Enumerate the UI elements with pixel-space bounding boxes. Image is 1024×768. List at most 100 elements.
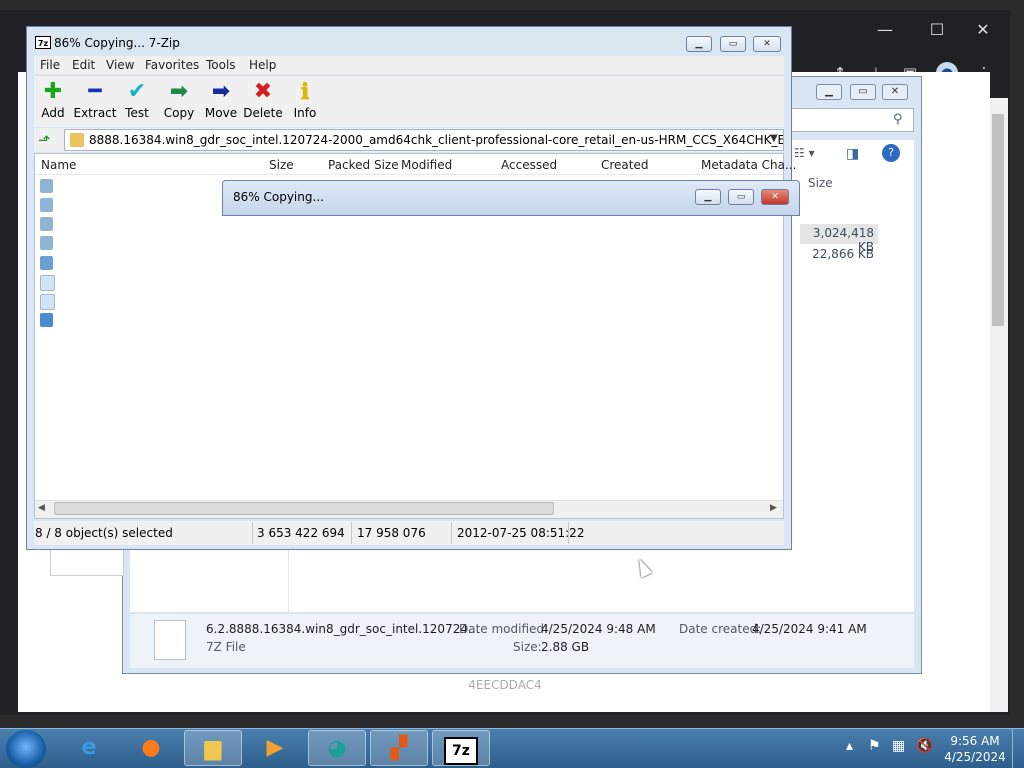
scroll-right-icon[interactable]: ▶ — [770, 503, 777, 513]
status-size: 3 653 422 694 — [257, 526, 345, 540]
search-icon: ⚲ — [893, 112, 903, 127]
column-name[interactable]: Name — [41, 158, 76, 172]
volume-muted-icon[interactable]: 🔇 — [916, 738, 933, 754]
delete-label: Delete — [243, 106, 283, 120]
date-created-value: 4/25/2024 9:41 AM — [752, 622, 867, 636]
add-button[interactable]: ✚ Add — [30, 78, 76, 120]
address-dropdown-icon[interactable]: ▼ — [770, 133, 778, 144]
explorer-minimize-icon[interactable]: ▁ — [816, 84, 842, 100]
delete-button[interactable]: ✖ Delete — [240, 78, 286, 120]
firefox-icon[interactable]: ● — [122, 730, 180, 766]
status-separator — [252, 522, 253, 544]
preview-pane-icon[interactable]: ◨ — [846, 146, 859, 162]
date-modified-value: 4/25/2024 9:48 AM — [541, 622, 656, 636]
clock[interactable]: 9:56 AM 4/25/2024 — [940, 733, 1010, 765]
close-icon[interactable]: ✕ — [968, 20, 998, 39]
copy-close-icon[interactable]: ✕ — [761, 189, 789, 205]
folder-icon — [70, 133, 84, 147]
folder-row-icon[interactable] — [40, 198, 53, 212]
explorer-close-icon[interactable]: ✕ — [882, 84, 908, 100]
menu-tools[interactable]: Tools — [206, 58, 236, 72]
column-metadata-changed[interactable]: Metadata Cha... — [701, 158, 796, 172]
7zip-minimize-icon[interactable]: ▁ — [686, 36, 712, 52]
menu-edit[interactable]: Edit — [72, 58, 95, 72]
folder-row-icon[interactable] — [40, 217, 53, 231]
menu-file[interactable]: File — [40, 58, 60, 72]
info-label: Info — [293, 106, 317, 120]
maximize-icon[interactable]: ☐ — [922, 20, 952, 39]
column-accessed[interactable]: Accessed — [501, 158, 557, 172]
copy-minimize-icon[interactable]: ▁ — [695, 189, 721, 205]
status-separator — [351, 522, 352, 544]
copy-dialog-title: 86% Copying... — [233, 190, 324, 204]
file-row-icon[interactable] — [40, 275, 55, 291]
exe-file-icon[interactable] — [40, 313, 53, 327]
copy-button[interactable]: ➡ Copy — [156, 78, 202, 120]
html-file-icon[interactable] — [40, 256, 53, 270]
extract-label: Extract — [73, 106, 117, 120]
test-icon: ✔ — [127, 79, 147, 104]
menu-favorites[interactable]: Favorites — [145, 58, 199, 72]
column-created[interactable]: Created — [601, 158, 649, 172]
show-hidden-icons-icon[interactable]: ▴ — [846, 738, 853, 754]
move-label: Move — [204, 106, 238, 120]
chrome-scroll-thumb[interactable] — [992, 114, 1004, 326]
menu-help[interactable]: Help — [249, 58, 276, 72]
7zip-close-icon[interactable]: ✕ — [753, 36, 781, 52]
7zip-icon[interactable]: 7z — [432, 730, 490, 766]
address-path: 8888.16384.win8_gdr_soc_intel.120724-200… — [89, 133, 783, 147]
explorer-divider — [288, 550, 289, 612]
info-button[interactable]: ℹ Info — [282, 78, 328, 120]
start-button-icon[interactable] — [6, 730, 46, 768]
column-packed-size[interactable]: Packed Size — [328, 158, 399, 172]
extract-button[interactable]: ━ Extract — [72, 78, 118, 120]
status-selected: 8 / 8 object(s) selected — [35, 526, 173, 540]
status-modified: 2012-07-25 08:51:22 — [457, 526, 585, 540]
explorer-size-header[interactable]: Size — [808, 176, 833, 190]
internet-explorer-icon[interactable]: e — [60, 730, 118, 766]
copy-label: Copy — [163, 106, 195, 120]
view-options-icon[interactable]: ☷ ▾ — [794, 146, 815, 160]
clock-time: 9:56 AM — [950, 734, 1000, 748]
file-explorer-icon[interactable]: ▆ — [184, 730, 242, 766]
7zip-app-icon: 7z — [35, 36, 51, 49]
size-label: Size: — [513, 640, 542, 654]
move-button[interactable]: ➡ Move — [198, 78, 244, 120]
clock-date: 4/25/2024 — [944, 750, 1006, 764]
file-icon — [154, 620, 186, 660]
file-row-icon[interactable] — [40, 294, 55, 310]
status-packed: 17 958 076 — [357, 526, 426, 540]
detail-file-name: 6.2.8888.16384.win8_gdr_soc_intel.120724… — [206, 622, 480, 636]
menu-view[interactable]: View — [106, 58, 134, 72]
scroll-left-icon[interactable]: ◀ — [38, 503, 45, 513]
paint-icon[interactable]: ▞ — [370, 730, 428, 766]
size-value: 2.88 GB — [541, 640, 590, 654]
extract-icon: ━ — [88, 79, 102, 104]
minimize-icon[interactable]: — — [870, 20, 900, 39]
flag-icon[interactable]: ⚑ — [868, 738, 881, 754]
delete-icon: ✖ — [253, 79, 273, 104]
media-player-icon[interactable]: ▶ — [246, 730, 304, 766]
add-label: Add — [41, 106, 65, 120]
test-button[interactable]: ✔ Test — [114, 78, 160, 120]
app-icon[interactable]: ◕ — [308, 730, 366, 766]
column-modified[interactable]: Modified — [401, 158, 452, 172]
add-icon: ✚ — [43, 79, 63, 104]
show-desktop-button[interactable] — [1012, 728, 1024, 768]
address-field[interactable]: 8888.16384.win8_gdr_soc_intel.120724-200… — [64, 129, 784, 151]
7zip-maximize-icon[interactable]: ▭ — [720, 36, 746, 52]
horizontal-scroll-thumb[interactable] — [54, 502, 554, 515]
move-icon: ➡ — [211, 79, 231, 104]
folder-row-icon[interactable] — [40, 236, 53, 250]
watermark-text: 4EECDDAC4 — [468, 678, 542, 692]
explorer-maximize-icon[interactable]: ▭ — [850, 84, 876, 100]
explorer-nav-pane — [50, 548, 124, 576]
copy-maximize-icon[interactable]: ▭ — [728, 189, 754, 205]
up-folder-icon[interactable]: ⬏ — [38, 131, 51, 149]
column-size[interactable]: Size — [269, 158, 294, 172]
explorer-size-2[interactable]: 22,866 KB — [800, 247, 874, 261]
help-icon[interactable]: ? — [882, 144, 900, 162]
date-modified-label: Date modified: — [459, 622, 549, 636]
folder-row-icon[interactable] — [40, 179, 53, 193]
network-icon[interactable]: ▦ — [892, 738, 905, 754]
